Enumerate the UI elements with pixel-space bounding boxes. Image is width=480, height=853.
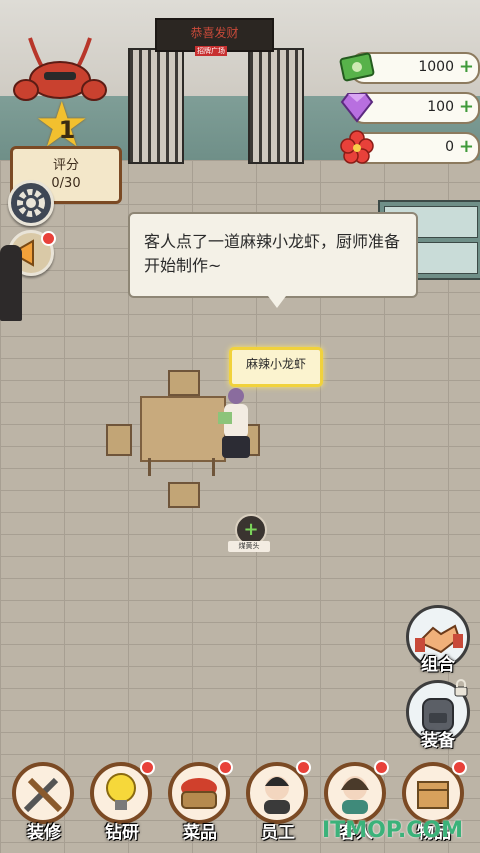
dishes-badge	[218, 760, 233, 775]
add-cash-icon[interactable]: +	[459, 56, 474, 77]
station-marker[interactable]: + 煤黄头	[228, 514, 270, 554]
notification-badge	[41, 231, 56, 246]
items-badge	[452, 760, 467, 775]
nav-dishes-label: 菜品	[183, 823, 217, 843]
gem-counter[interactable]: 100 +	[340, 92, 480, 124]
sign-subtext: 招牌广场	[195, 46, 227, 56]
nav-research-label: 钻研	[105, 823, 139, 843]
customer-figure[interactable]	[218, 388, 254, 468]
gem-value: 100	[427, 99, 454, 115]
table-leg	[148, 458, 151, 476]
dining-table[interactable]	[140, 396, 226, 462]
dialog-bubble[interactable]: 客人点了一道麻辣小龙虾，厨师准备开始制作~	[128, 212, 418, 308]
level-number: 1	[58, 116, 76, 144]
flower-counter[interactable]: 0 +	[340, 130, 480, 164]
gear-icon	[17, 189, 45, 217]
rating-label: 评分	[52, 158, 79, 173]
combo-label: 组合	[421, 655, 455, 675]
hammer-wrench-icon	[12, 762, 74, 824]
nav-decorate-label: 装修	[27, 823, 61, 843]
chair-left	[106, 424, 132, 456]
order-dish-tag[interactable]: 麻辣小龙虾	[229, 347, 323, 387]
player-level-panel[interactable]: ★ 1 评分 0/30	[4, 28, 122, 204]
watermark-text: ITMOP.COM	[322, 818, 463, 843]
flower-value: 0	[445, 139, 454, 155]
waiter-figure	[0, 245, 22, 321]
settings-button[interactable]	[8, 180, 54, 226]
add-flower-icon[interactable]: +	[459, 136, 474, 157]
add-gem-icon[interactable]: +	[459, 96, 474, 117]
nav-staff[interactable]: 员工	[244, 758, 314, 848]
diamond-icon	[340, 93, 374, 123]
chair-top	[168, 370, 200, 396]
cash-counter[interactable]: 1000 +	[339, 52, 480, 84]
sign-text: 恭喜发财	[190, 26, 239, 40]
nav-decorate[interactable]: 装修	[10, 758, 80, 848]
equipment-label: 装备	[421, 731, 455, 751]
right-iron-gate	[248, 48, 304, 164]
left-iron-gate	[128, 48, 184, 164]
research-badge	[140, 760, 155, 775]
money-icon	[339, 52, 375, 82]
nav-dishes[interactable]: 菜品	[166, 758, 236, 848]
chair-bottom	[168, 482, 200, 508]
guests-badge	[374, 760, 389, 775]
dish-name: 麻辣小龙虾	[245, 357, 306, 371]
cash-value: 1000	[418, 59, 454, 75]
lock-icon	[454, 679, 468, 697]
storefront-sign: 恭喜发财 招牌广场	[155, 18, 274, 56]
station-label: 煤黄头	[228, 541, 270, 552]
flower-icon	[340, 130, 374, 164]
table-leg	[212, 458, 215, 476]
nav-staff-label: 员工	[261, 823, 295, 843]
nav-research[interactable]: 钻研	[88, 758, 158, 848]
staff-badge	[296, 760, 311, 775]
dialog-text: 客人点了一道麻辣小龙虾，厨师准备开始制作~	[144, 232, 401, 275]
